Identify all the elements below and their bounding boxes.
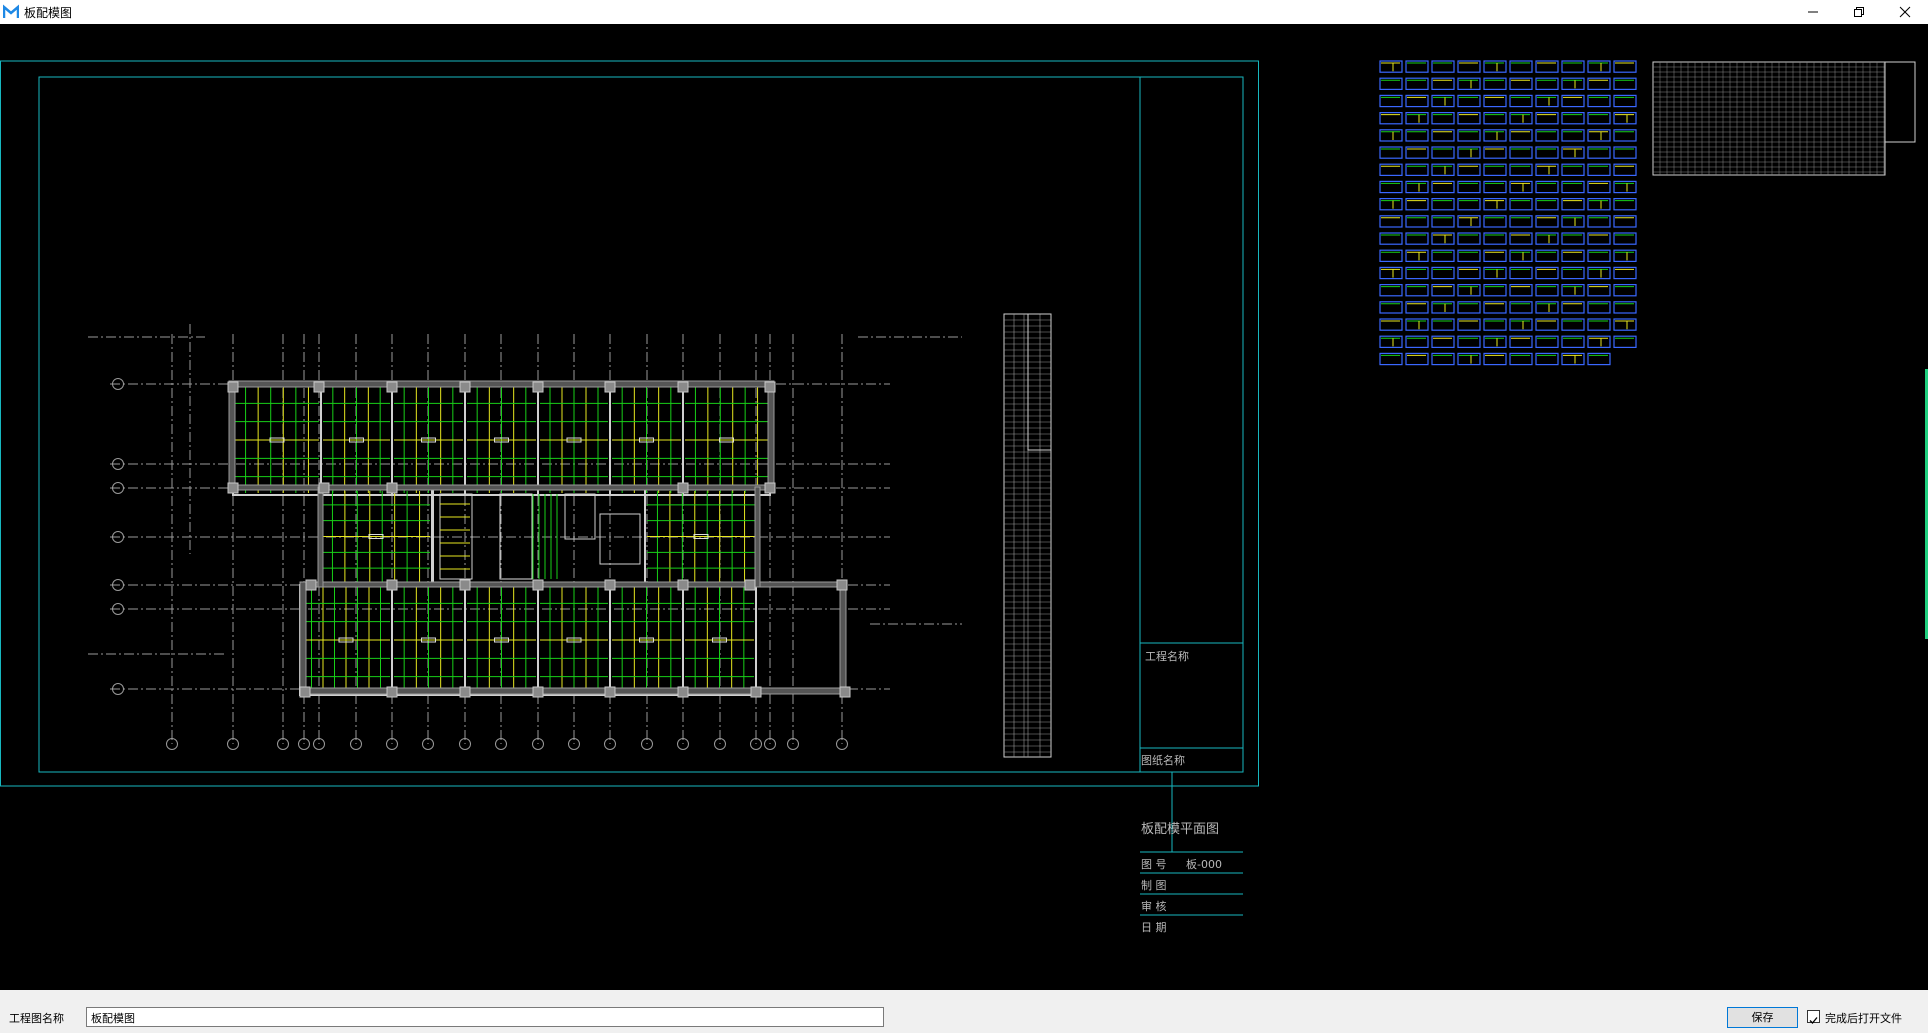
column [386, 482, 398, 494]
title-bar: 板配模图 [0, 0, 1928, 24]
column [532, 579, 544, 591]
column [305, 579, 317, 591]
column [227, 482, 239, 494]
column [386, 381, 398, 393]
close-icon [1899, 6, 1911, 18]
column [459, 579, 471, 591]
column [764, 381, 776, 393]
title-block-drafter-label: 制 图 [1141, 879, 1167, 892]
project-drawing-name-label: 工程图名称 [9, 1012, 64, 1025]
column [604, 381, 616, 393]
column [604, 579, 616, 591]
material-table-extension [1884, 61, 1916, 143]
save-button[interactable]: 保存 [1727, 1007, 1798, 1028]
open-after-label: 完成后打开文件 [1825, 1012, 1902, 1025]
column [677, 482, 689, 494]
column [677, 579, 689, 591]
minimize-button[interactable] [1790, 0, 1836, 24]
column [313, 381, 325, 393]
beam [228, 380, 775, 388]
title-block-drawing-no-value: 板-000 [1186, 858, 1222, 871]
beam [767, 380, 775, 491]
column [750, 686, 762, 698]
schedule-table-top [1027, 313, 1052, 451]
column [836, 579, 848, 591]
column [677, 686, 689, 698]
column [459, 381, 471, 393]
column [677, 381, 689, 393]
window-title: 板配模图 [24, 5, 73, 20]
title-block-drawing-name-value: 板配模平面图 [1141, 822, 1220, 837]
core-room [599, 513, 641, 565]
restore-button[interactable] [1836, 0, 1882, 24]
beam [228, 380, 236, 491]
column [227, 381, 239, 393]
restore-icon [1854, 7, 1864, 17]
column [532, 686, 544, 698]
column [744, 579, 756, 591]
footer-bar: 工程图名称 板配模图 保存 完成后打开文件 [0, 990, 1928, 1033]
column [386, 579, 398, 591]
beam [228, 484, 775, 491]
beam [299, 581, 307, 695]
column [839, 686, 851, 698]
column [604, 686, 616, 698]
column [318, 482, 330, 494]
title-block-reviewer-label: 审 核 [1141, 900, 1167, 913]
project-drawing-name-input[interactable]: 板配模图 [86, 1007, 884, 1027]
close-button[interactable] [1882, 0, 1928, 24]
sheet-outer-frame [0, 60, 1259, 787]
sheet-inner-frame [38, 76, 1244, 773]
title-block-drawing-name-label: 图纸名称 [1141, 754, 1185, 767]
cad-drawing [0, 60, 1916, 916]
checkmark-icon [1809, 1017, 1818, 1024]
column [299, 686, 311, 698]
column [459, 686, 471, 698]
column [386, 686, 398, 698]
beam [299, 687, 846, 695]
minimize-icon [1808, 11, 1818, 13]
beam [317, 486, 324, 588]
beam [839, 581, 847, 695]
title-block-project-name-label: 工程名称 [1145, 650, 1189, 663]
open-after-checkbox[interactable] [1807, 1010, 1820, 1024]
beam [299, 581, 846, 588]
drawing-canvas[interactable]: 工程名称 图纸名称 板配模平面图 图 号 板-000 制 图 审 核 日 期 [0, 24, 1928, 990]
core-room [564, 493, 596, 540]
beam [754, 486, 761, 588]
app-logo-icon [2, 4, 20, 20]
title-block-date-label: 日 期 [1141, 921, 1167, 934]
column [532, 381, 544, 393]
title-block-drawing-no-label: 图 号 [1141, 858, 1167, 871]
column [764, 482, 776, 494]
